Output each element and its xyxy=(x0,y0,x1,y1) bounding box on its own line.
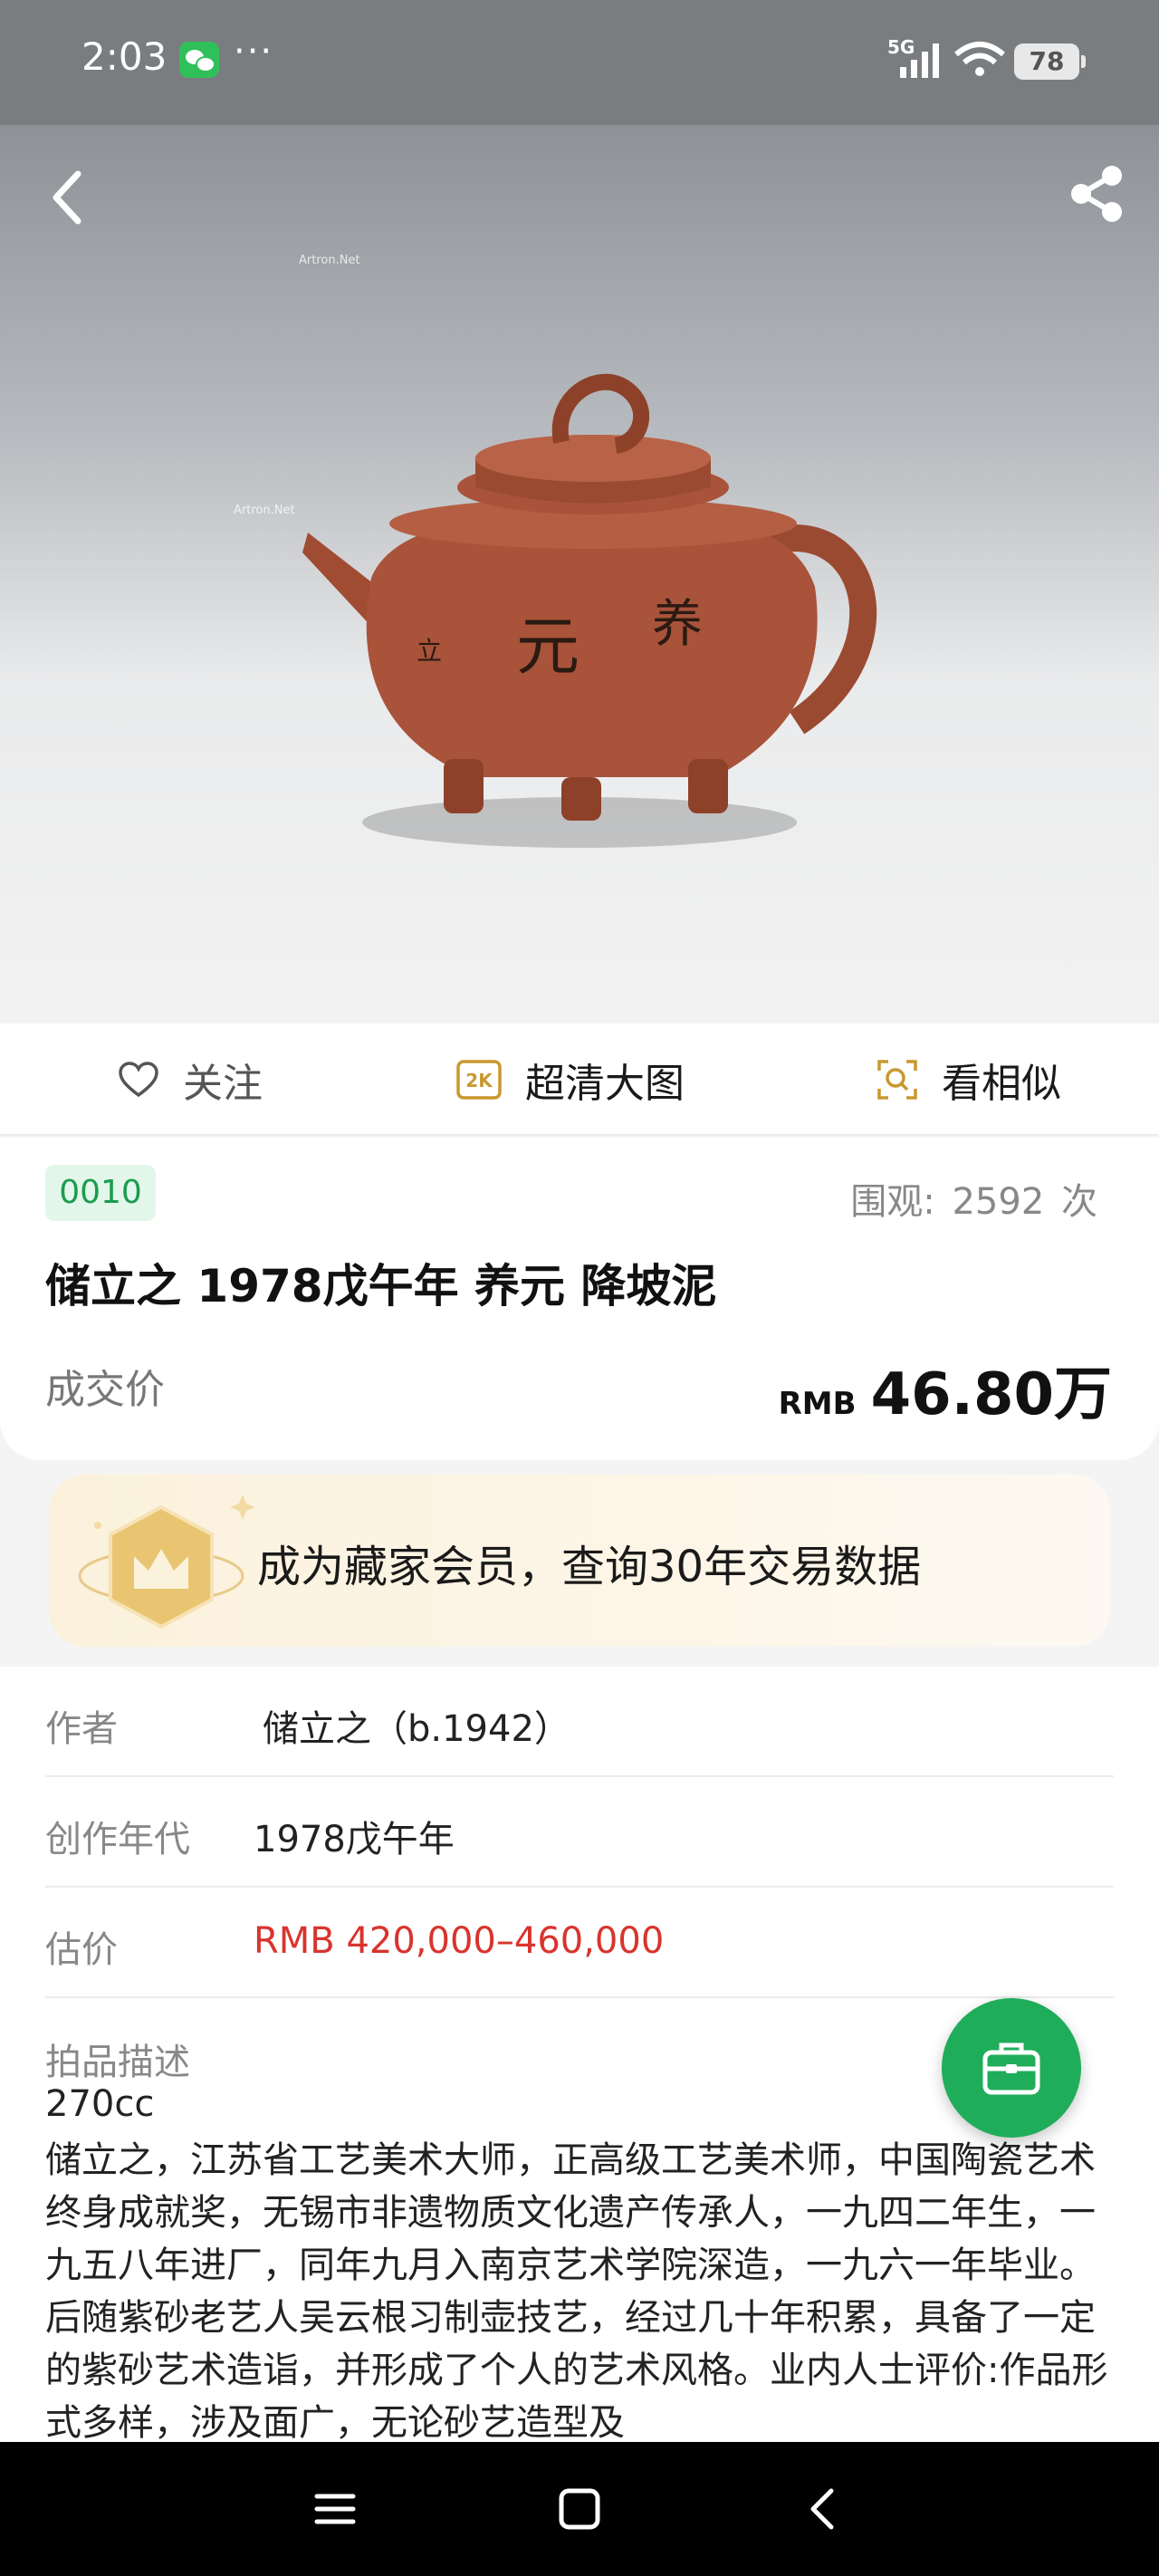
estimate-value: RMB 420,000–460,000 xyxy=(254,1920,665,1962)
status-more-dots: ··· xyxy=(234,31,274,72)
briefcase-icon xyxy=(982,2043,1040,2095)
detail-row-year: 创作年代 1978戊午年 xyxy=(45,1777,1114,1888)
hd-image-button[interactable]: 2K 超清大图 xyxy=(456,1024,685,1136)
description-label: 拍品描述 xyxy=(45,2042,190,2083)
heart-icon xyxy=(119,1062,158,1098)
signal-icon xyxy=(900,43,939,78)
similar-label: 看相似 xyxy=(942,1061,1061,1107)
svg-text:元: 元 xyxy=(516,610,580,684)
author-label: 作者 xyxy=(45,1708,118,1750)
deal-price-label: 成交价 xyxy=(45,1367,165,1413)
deal-price: RMB 46.80万 xyxy=(779,1348,1112,1431)
lot-title: 储立之 1978戊午年 养元 降坡泥 xyxy=(45,1260,717,1312)
description-capacity: 270cc xyxy=(45,2083,155,2125)
detail-row-estimate: 估价 RMB 420,000–460,000 xyxy=(45,1888,1114,1998)
follow-label: 关注 xyxy=(183,1061,263,1107)
wifi-icon xyxy=(954,42,1005,76)
svg-text:立: 立 xyxy=(417,636,442,666)
price-currency: RMB xyxy=(778,1386,857,1422)
hd-badge-text: 2K xyxy=(465,1070,493,1091)
detail-row-author: 作者 储立之（b.1942） xyxy=(45,1667,1114,1777)
svg-text:养: 养 xyxy=(652,595,703,654)
find-similar-button[interactable]: 看相似 xyxy=(876,1024,1061,1136)
watermark: Artron.Net xyxy=(234,504,295,517)
views-count: 2592 xyxy=(952,1181,1045,1223)
views-unit: 次 xyxy=(1061,1181,1097,1223)
briefcase-fab[interactable] xyxy=(942,1998,1081,2138)
status-time: 2:03 xyxy=(81,34,168,79)
views-label: 围观: xyxy=(850,1181,935,1223)
year-value: 1978戊午年 xyxy=(254,1819,455,1860)
crown-icon xyxy=(78,1495,255,1629)
hd-icon: 2K xyxy=(456,1060,502,1100)
teapot-photo: 元 养 立 xyxy=(302,373,877,848)
watermark: Artron.Net xyxy=(299,254,360,267)
description-text: 储立之，江苏省工艺美术大师，正高级工艺美术师，中国陶瓷艺术终身成就奖，无锡市非遗… xyxy=(45,2139,1108,2444)
view-count: 围观: 2592 次 xyxy=(845,1172,1097,1225)
battery-indicator: 78 xyxy=(1014,43,1086,80)
lot-number-badge: 0010 xyxy=(45,1165,156,1221)
follow-button[interactable]: 关注 xyxy=(118,1024,263,1136)
estimate-label: 估价 xyxy=(45,1929,118,1971)
member-banner-text: 成为藏家会员，查询30年交易数据 xyxy=(257,1542,922,1592)
price-value: 46.80万 xyxy=(870,1361,1112,1428)
menu-icon[interactable] xyxy=(308,2482,362,2536)
status-bar: 2:03 ··· 5G 78 xyxy=(0,0,1159,125)
member-banner[interactable]: 成为藏家会员，查询30年交易数据 xyxy=(49,1475,1110,1647)
similar-search-icon xyxy=(877,1060,917,1100)
hd-label: 超清大图 xyxy=(525,1061,685,1107)
wechat-notification-icon xyxy=(179,42,219,78)
year-label: 创作年代 xyxy=(45,1819,190,1860)
lot-info-card: 0010 围观: 2592 次 储立之 1978戊午年 养元 降坡泥 成交价 R… xyxy=(0,1138,1159,1460)
share-icon[interactable] xyxy=(1065,158,1128,230)
product-image[interactable]: Artron.Net Artron.Net 元 养 立 xyxy=(0,125,1159,1024)
home-icon[interactable] xyxy=(552,2482,607,2536)
nav-back-icon[interactable] xyxy=(797,2482,851,2536)
author-value[interactable]: 储立之（b.1942） xyxy=(263,1699,570,1752)
back-icon[interactable] xyxy=(36,161,100,234)
system-nav-bar xyxy=(0,2442,1159,2576)
action-bar: 关注 2K 超清大图 看相似 xyxy=(0,1024,1159,1136)
